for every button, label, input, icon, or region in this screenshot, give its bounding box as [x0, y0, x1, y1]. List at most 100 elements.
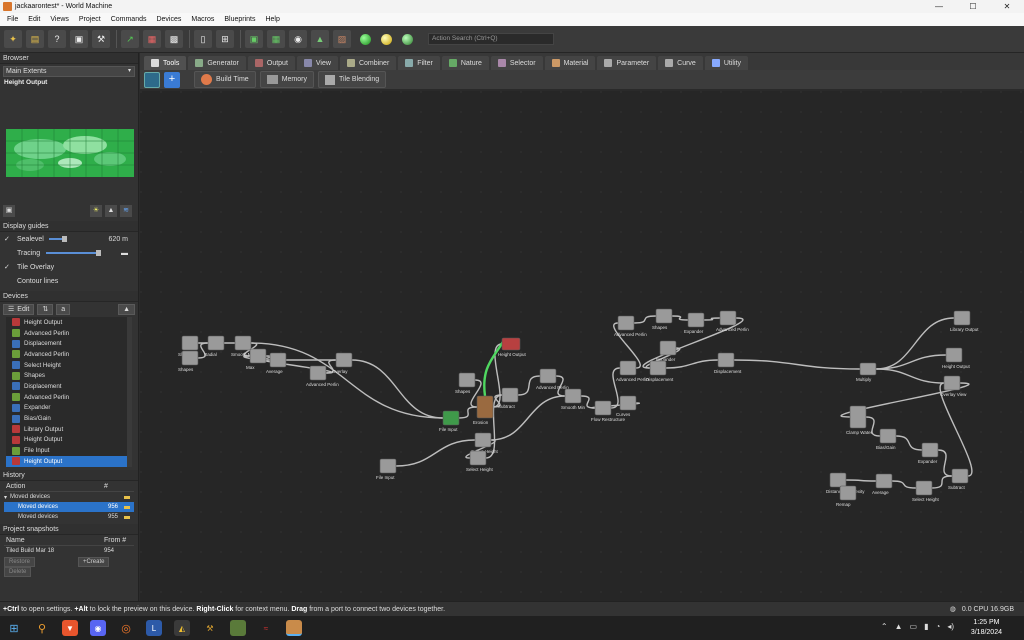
device-list-item[interactable]: Height Output	[6, 317, 132, 328]
tiled-build-icon[interactable]: ▦	[267, 30, 285, 48]
graph-node-box[interactable]	[659, 340, 677, 356]
alpha-sort-icon[interactable]: a	[56, 303, 71, 315]
tab-material[interactable]: Material	[544, 56, 596, 70]
graph-node-box[interactable]	[234, 335, 252, 351]
noise-icon[interactable]: ▩	[165, 30, 183, 48]
tracing-slider-handle[interactable]	[96, 250, 102, 256]
tab-nature[interactable]: Nature	[441, 56, 489, 70]
grid-layout-icon[interactable]: ⊞	[216, 30, 234, 48]
graph-node-box[interactable]	[849, 405, 867, 429]
graph-node-box[interactable]	[594, 400, 612, 416]
extents-select[interactable]: Main Extents ▾	[3, 66, 135, 77]
sealevel-slider-handle[interactable]	[61, 236, 67, 242]
green-ball-icon[interactable]	[360, 33, 371, 45]
device-list-item[interactable]: Advanced Perlin	[6, 328, 132, 339]
graph-node-box[interactable]	[921, 442, 939, 458]
terrain-preview[interactable]	[0, 91, 138, 201]
menu-views[interactable]: Views	[45, 16, 74, 23]
tab-generator[interactable]: Generator	[188, 56, 246, 70]
graph-node-box[interactable]	[539, 368, 557, 384]
graph-node-box[interactable]	[839, 485, 857, 501]
tab-parameter[interactable]: Parameter	[597, 56, 657, 70]
water-icon[interactable]: ≋	[120, 205, 132, 217]
graph-node-box[interactable]	[617, 315, 635, 331]
clock[interactable]: 1:25 PM 3/18/2024	[971, 618, 1002, 638]
red-app-icon[interactable]: ≈	[258, 620, 274, 636]
game-app-icon[interactable]	[230, 620, 246, 636]
history-row[interactable]: Moved devices 956	[4, 502, 134, 512]
terrain-view-icon[interactable]: ▲	[311, 30, 329, 48]
menu-project[interactable]: Project	[74, 16, 106, 23]
graph-node-box[interactable]	[442, 410, 460, 426]
tab-selector[interactable]: Selector	[490, 56, 543, 70]
action-search-input[interactable]: Action Search (Ctrl+Q)	[428, 33, 554, 45]
maximize-button[interactable]: ☐	[956, 0, 990, 13]
menu-edit[interactable]: Edit	[23, 16, 45, 23]
build-time-button[interactable]: Build Time	[194, 71, 256, 88]
device-list-item[interactable]: Select Height	[6, 360, 132, 371]
history-row[interactable]: Moved devices 955	[4, 512, 134, 522]
sun-icon[interactable]: ☀	[90, 205, 102, 217]
view-3d-icon[interactable]: ◉	[289, 30, 307, 48]
menu-file[interactable]: File	[2, 16, 23, 23]
device-list-item[interactable]: Shapes	[6, 370, 132, 381]
close-button[interactable]: ✕	[990, 0, 1024, 13]
device-list-item[interactable]: Bias/Gain	[6, 413, 132, 424]
launcher-icon[interactable]: L	[146, 620, 162, 636]
create-button[interactable]: +Create	[77, 557, 110, 567]
minimize-button[interactable]: —	[922, 0, 956, 13]
discord-icon[interactable]: ◉	[90, 620, 106, 636]
world-machine-taskbar-icon[interactable]	[286, 620, 302, 636]
brave-browser-icon[interactable]: ▼	[62, 620, 78, 636]
tab-output[interactable]: Output	[247, 56, 295, 70]
device-list-item[interactable]: Advanced Perlin	[6, 392, 132, 403]
build-icon[interactable]: ▣	[245, 30, 263, 48]
tab-utility[interactable]: Utility	[704, 56, 748, 70]
tools-icon[interactable]: ⚒	[92, 30, 110, 48]
help-icon[interactable]: ?	[48, 30, 66, 48]
tab-view[interactable]: View	[296, 56, 338, 70]
tile-overlay-checkbox[interactable]: ✓	[4, 263, 13, 271]
tracing-slider[interactable]	[46, 252, 97, 254]
sort-icon[interactable]: ⇅	[37, 303, 54, 315]
graph-node-box[interactable]	[943, 375, 961, 391]
graph-node-box[interactable]	[564, 388, 582, 404]
menu-macros[interactable]: Macros	[186, 16, 219, 23]
graph-node-box[interactable]	[476, 395, 494, 419]
volume-icon[interactable]: ◂)	[947, 622, 954, 631]
open-project-icon[interactable]: ▤	[26, 30, 44, 48]
graph-node-box[interactable]	[269, 352, 287, 368]
graph-node-box[interactable]	[335, 352, 353, 368]
graph-node-box[interactable]	[469, 450, 487, 466]
sealevel-checkbox[interactable]: ✓	[4, 235, 13, 243]
camera-icon[interactable]: ▣	[3, 205, 15, 217]
history-group[interactable]: ▾ Moved devices	[4, 492, 134, 502]
memory-button[interactable]: Memory	[259, 71, 314, 88]
tool-app-icon[interactable]: ◭	[174, 620, 190, 636]
tab-combiner[interactable]: Combiner	[339, 56, 397, 70]
save-icon[interactable]: ▣	[70, 30, 88, 48]
render-icon[interactable]: ▦	[143, 30, 161, 48]
green-globe-icon[interactable]	[402, 33, 413, 45]
tray-monitor-icon[interactable]: ▭	[910, 622, 918, 631]
graph-node-box[interactable]	[717, 352, 735, 368]
tab-curve[interactable]: Curve	[658, 56, 703, 70]
menu-devices[interactable]: Devices	[151, 16, 186, 23]
panel-layout-icon[interactable]: ▯	[194, 30, 212, 48]
tray-chevron-icon[interactable]: ⌃	[881, 622, 888, 631]
device-graph[interactable]: Shapes Shapes Radial Smooth Min Max Average Ad…	[140, 91, 1024, 601]
wifi-icon[interactable]: ◔	[935, 622, 940, 631]
devices-edit-button[interactable]: ☰ Edit	[3, 303, 35, 315]
graph-node-box[interactable]	[181, 335, 199, 351]
graph-node-box[interactable]	[687, 312, 705, 328]
graph-canvas[interactable]: Shapes Shapes Radial Smooth Min Max Average Ad…	[140, 91, 1024, 601]
graph-node-box[interactable]	[619, 395, 637, 411]
tab-filter[interactable]: Filter	[398, 56, 440, 70]
sealevel-slider[interactable]	[48, 238, 63, 240]
menu-help[interactable]: Help	[260, 16, 284, 23]
graph-node-box[interactable]	[859, 362, 877, 376]
graph-node-box[interactable]	[501, 387, 519, 403]
graph-node-box[interactable]	[719, 310, 737, 326]
graph-node-box[interactable]	[249, 348, 267, 364]
tile-blending-button[interactable]: Tile Blending	[317, 71, 387, 88]
